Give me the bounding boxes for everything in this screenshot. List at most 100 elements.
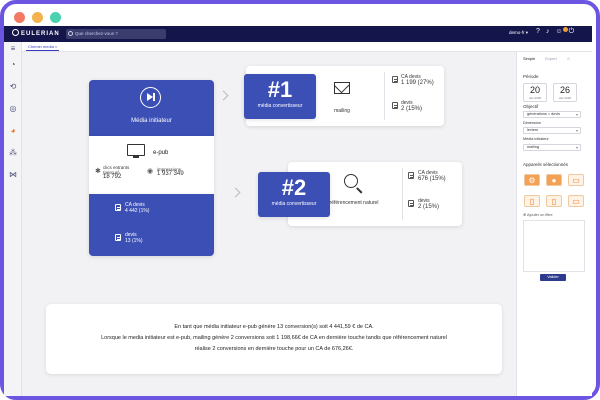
nav-analytics-icon[interactable]: ◔ <box>8 60 18 70</box>
search-placeholder: Que cherchez-vous ? <box>75 31 118 36</box>
logout-icon[interactable]: ⏻ <box>569 28 575 36</box>
summary-line: En tant que média initiateur e-pub génèr… <box>174 324 374 330</box>
chevron-right-icon <box>218 90 229 101</box>
initiator-devis: devis 13 (1%) <box>125 232 143 244</box>
initiator-label: Média initiateur <box>131 118 172 124</box>
android-icon[interactable]: ⚙ <box>524 174 540 186</box>
desktop-icon[interactable]: ▭ <box>568 174 584 186</box>
rank-badge-1: #1 média convertisseur <box>244 74 316 119</box>
tablet-icon[interactable]: ▯ <box>546 195 562 207</box>
tab-chemin-media[interactable]: Chemin media × <box>26 43 60 51</box>
bell-icon[interactable]: ♪ <box>546 28 550 36</box>
envelope-icon <box>334 82 350 94</box>
rank-label: média convertisseur <box>271 201 317 207</box>
rank-number: #2 <box>281 175 307 200</box>
initiator-ca: CA devis 4 442 (1%) <box>125 202 149 214</box>
sidebar: ≡ ◔ ⟲ ◎ ◕ ⁂ ⋈ <box>4 42 22 396</box>
search-icon <box>68 31 73 36</box>
top-icons: ? ♪ ☺ ⏻ <box>536 28 574 36</box>
nav-share-icon[interactable]: ⋈ <box>8 170 18 180</box>
search-input[interactable]: Que cherchez-vous ? <box>66 29 166 39</box>
filter-area <box>523 220 585 272</box>
initiator-header: Média initiateur <box>89 80 214 136</box>
media-play-icon <box>140 87 161 108</box>
converter-channel: mailing <box>334 108 350 114</box>
objective-label: Objectif <box>523 104 539 109</box>
devis-value: 2 (15%) <box>401 106 423 112</box>
user-icon[interactable]: ☺ <box>555 28 562 36</box>
add-filter-text: Ajouter un filtre <box>527 213 553 217</box>
rank-badge-2: #2 média convertisseur <box>258 172 330 217</box>
nav-target-icon[interactable]: ◎ <box>8 104 18 114</box>
top-bar: EULERIAN Que cherchez-vous ? demo-fr ▾ ?… <box>4 26 592 42</box>
logo-text: EULERIAN <box>21 31 60 37</box>
summary-text: En tant que média initiateur e-pub génèr… <box>46 304 502 374</box>
objective-select[interactable]: générations = devis <box>523 111 581 118</box>
nav-network-icon[interactable]: ⁂ <box>8 148 18 158</box>
document-icon <box>392 76 398 83</box>
rank-label: média convertisseur <box>257 103 303 109</box>
menu-icon[interactable]: ≡ <box>8 44 18 54</box>
apple-icon[interactable]: ● <box>546 174 562 186</box>
account-selector[interactable]: demo-fr ▾ <box>509 30 528 36</box>
initiator-channel-card[interactable]: e-pub ✱ clics entrants (perçus) 18 792 ◉… <box>89 136 214 194</box>
monitor-icon <box>127 144 145 158</box>
divider <box>384 72 385 120</box>
click-icon: ✱ <box>95 168 101 175</box>
add-filter-link[interactable]: ⊕ Ajouter un filtre <box>523 212 553 217</box>
settings-panel: Simple Expert ⚠ Période 20 Jan 2020 26 J… <box>516 52 592 396</box>
close-dot[interactable] <box>14 12 25 23</box>
summary-line: réalise 2 conversions en dernière touche… <box>194 346 354 352</box>
eye-icon: ◉ <box>147 168 154 175</box>
initiator-channel: e-pub <box>153 150 169 156</box>
divider <box>402 168 403 220</box>
document-icon <box>115 204 121 211</box>
date-day: 26 <box>559 85 570 95</box>
media-label: Média initiateur <box>523 137 549 141</box>
document-icon <box>408 172 414 179</box>
document-icon <box>408 200 414 207</box>
maximize-dot[interactable] <box>50 12 61 23</box>
logo[interactable]: EULERIAN <box>12 29 60 37</box>
converter-devis: devis 2 (15%) <box>418 198 439 210</box>
chevron-right-icon <box>230 187 241 198</box>
main-canvas: Média initiateur e-pub ✱ clics entrants … <box>22 52 516 396</box>
ca-value: 676 (15%) <box>418 176 446 182</box>
tab-bar: Chemin media × <box>22 42 592 52</box>
media-select[interactable]: mailing <box>523 144 581 151</box>
date-to[interactable]: 26 Jan 2020 <box>553 83 577 102</box>
panel-tabs: Simple Expert ⚠ <box>523 56 570 61</box>
logo-icon <box>12 29 19 36</box>
validate-button[interactable]: Valider <box>540 274 566 281</box>
date-from[interactable]: 20 Jan 2020 <box>523 83 547 102</box>
converter-ca: CA devis 676 (15%) <box>418 170 446 182</box>
tab-simple[interactable]: Simple <box>523 56 535 61</box>
tv-icon[interactable]: ▭ <box>568 195 584 207</box>
converter-devis: devis 2 (15%) <box>401 100 422 112</box>
impressions-value: 1 937 349 <box>157 171 184 177</box>
mobile-icon[interactable]: ▯ <box>524 195 540 207</box>
help-icon[interactable]: ? <box>536 28 540 36</box>
nav-path-icon[interactable]: ⟲ <box>8 82 18 92</box>
search-icon <box>344 174 358 188</box>
clicks-value: 18 792 <box>103 174 122 180</box>
document-icon <box>392 102 398 109</box>
window-controls <box>14 12 61 23</box>
devis-value: 13 (1%) <box>125 238 143 244</box>
nav-pie-icon[interactable]: ◕ <box>8 126 18 136</box>
minimize-dot[interactable] <box>32 12 43 23</box>
summary-line: Lorsque le media initiateur est e-pub, m… <box>101 335 447 341</box>
dimension-label: Dimension <box>523 121 541 125</box>
devices-label: Appareils sélectionnés <box>523 162 569 167</box>
impressions-stat: impressions 1 937 349 <box>157 167 184 177</box>
warning-icon[interactable]: ⚠ <box>567 56 571 61</box>
tab-label: Chemin media <box>28 44 54 49</box>
devis-value: 2 (15%) <box>418 204 440 210</box>
initiator-kpis: CA devis 4 442 (1%) devis 13 (1%) <box>89 194 214 256</box>
notification-badge <box>563 27 568 32</box>
dimension-select[interactable]: leviers <box>523 127 581 134</box>
date-month: Jan 2020 <box>558 96 572 100</box>
converter-channel: référencement naturel <box>329 200 379 206</box>
tab-expert[interactable]: Expert <box>545 56 557 61</box>
period-label: Période <box>523 74 539 79</box>
